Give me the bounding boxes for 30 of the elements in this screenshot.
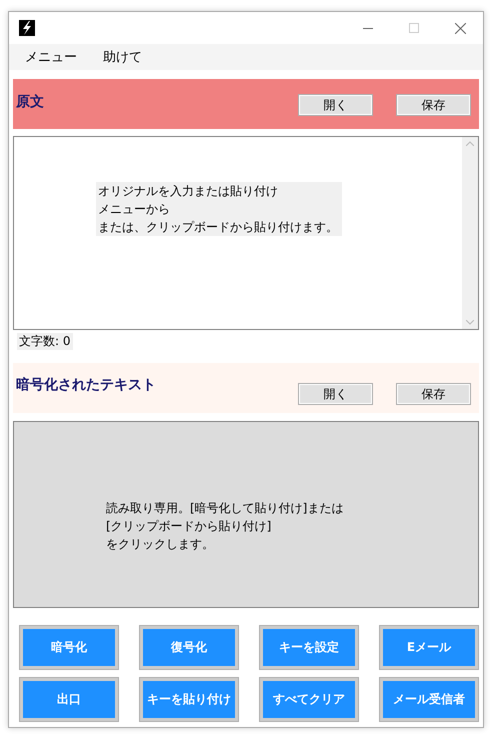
panel-button[interactable]: 開く <box>298 383 373 405</box>
panel-button[interactable]: 保存 <box>396 94 471 116</box>
read-only-text: 読み取り専用。[暗号化して貼り付け]または <box>105 500 344 517</box>
character-count: 文字数: 0 <box>17 333 72 350</box>
action-button[interactable]: キーを設定 <box>260 626 358 669</box>
action-button[interactable]: 出口 <box>20 678 118 721</box>
maximize-icon[interactable] <box>409 23 419 33</box>
action-button[interactable]: すべてクリア <box>260 678 358 721</box>
action-button[interactable]: キーを貼り付け <box>140 678 238 721</box>
read-only-text: [クリップボードから貼り付け] <box>105 518 272 535</box>
menu-item[interactable]: メニュー <box>21 48 81 66</box>
placeholder-text: オリジナルを入力または貼り付け <box>96 182 342 200</box>
action-button[interactable]: 復号化 <box>140 626 238 669</box>
section-title: 原文 <box>16 93 45 111</box>
scrollbar[interactable] <box>462 137 478 329</box>
placeholder-text: メニューから <box>96 200 342 218</box>
panel-button[interactable]: 開く <box>298 94 373 116</box>
read-only-text: をクリックします。 <box>105 536 215 553</box>
close-icon[interactable] <box>454 22 466 34</box>
panel-button[interactable]: 保存 <box>396 383 471 405</box>
app-logo-icon <box>19 20 35 36</box>
menu-item[interactable]: 助けて <box>99 48 146 66</box>
source-text-area[interactable]: オリジナルを入力または貼り付け メニューから または、クリップボードから貼り付けます。 <box>13 136 479 330</box>
action-button[interactable]: Eメール <box>380 626 478 669</box>
section-title: 暗号化されたテキスト <box>16 376 157 394</box>
placeholder-text: または、クリップボードから貼り付けます。 <box>96 218 342 236</box>
scroll-down-icon[interactable] <box>466 320 474 325</box>
action-button[interactable]: メール受信者 <box>380 678 478 721</box>
scroll-up-icon[interactable] <box>466 141 474 146</box>
action-button[interactable]: 暗号化 <box>20 626 118 669</box>
